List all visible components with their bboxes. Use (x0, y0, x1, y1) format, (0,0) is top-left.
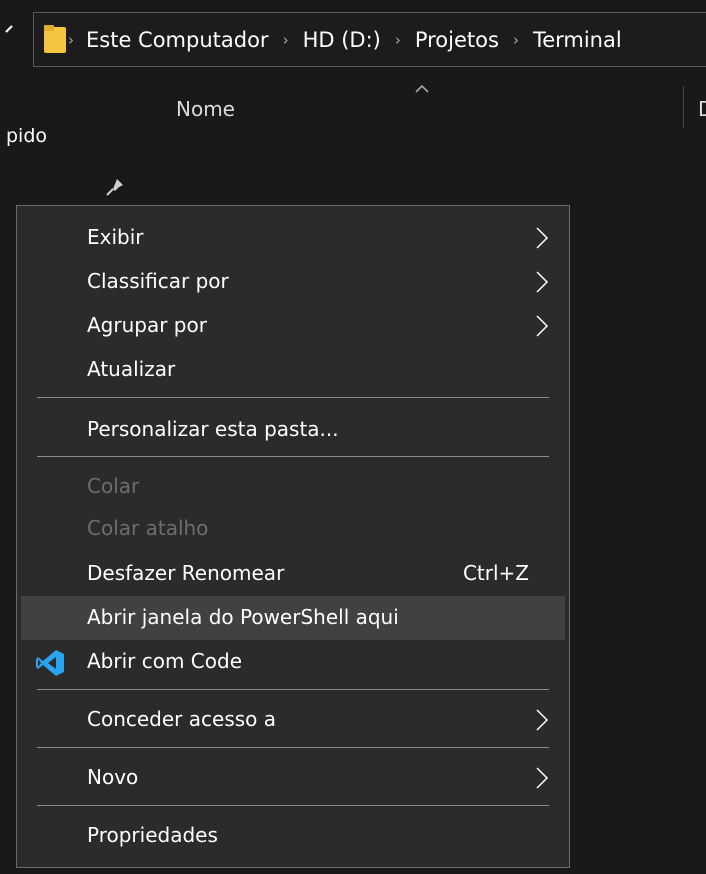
menu-item-label: Novo (87, 765, 139, 789)
chevron-right-icon[interactable]: › (283, 31, 289, 49)
menu-item-label: Desfazer Renomear (87, 561, 285, 585)
breadcrumb-item[interactable]: HD (D:) (303, 28, 381, 52)
menu-item-colar: Colar (21, 465, 565, 509)
menu-item-abrir-powershell[interactable]: Abrir janela do PowerShell aqui (21, 596, 565, 640)
menu-item-atualizar[interactable]: Atualizar (21, 348, 565, 392)
breadcrumb-item[interactable]: Terminal (533, 28, 622, 52)
address-bar[interactable]: › Este Computador › HD (D:) › Projetos ›… (33, 12, 706, 67)
menu-item-label: Classificar por (87, 269, 229, 293)
menu-separator (37, 397, 549, 398)
menu-item-label: Agrupar por (87, 313, 207, 337)
quick-access-label[interactable]: pido (6, 125, 47, 147)
menu-item-agrupar-por[interactable]: Agrupar por (21, 304, 565, 348)
chevron-right-icon (535, 314, 549, 338)
menu-item-classificar-por[interactable]: Classificar por (21, 260, 565, 304)
column-header-name[interactable]: Nome (176, 97, 235, 121)
chevron-right-icon (535, 766, 549, 790)
pin-icon (104, 176, 126, 198)
chevron-right-icon[interactable]: › (513, 31, 519, 49)
menu-separator (37, 456, 549, 457)
menu-item-desfazer-renomear[interactable]: Desfazer Renomear Ctrl+Z (21, 552, 565, 596)
menu-item-conceder-acesso[interactable]: Conceder acesso a (21, 698, 565, 742)
context-menu: Exibir Classificar por Agrupar por Atual… (16, 205, 570, 868)
menu-item-personalizar[interactable]: Personalizar esta pasta... (21, 408, 565, 452)
menu-item-exibir[interactable]: Exibir (21, 216, 565, 260)
shortcut-label: Ctrl+Z (462, 561, 529, 585)
chevron-right-icon (535, 270, 549, 294)
menu-item-colar-atalho: Colar atalho (21, 507, 565, 551)
chevron-right-icon[interactable]: › (395, 31, 401, 49)
menu-item-propriedades[interactable]: Propriedades (21, 814, 565, 858)
menu-item-label: Colar atalho (87, 516, 209, 540)
menu-item-label: Atualizar (87, 357, 176, 381)
chevron-right-icon (535, 226, 549, 250)
up-arrow-icon[interactable] (4, 20, 18, 40)
menu-item-abrir-com-code[interactable]: Abrir com Code (21, 640, 565, 684)
menu-separator (37, 805, 549, 806)
folder-icon (44, 25, 66, 53)
breadcrumb: › Este Computador › HD (D:) › Projetos ›… (68, 13, 622, 66)
menu-separator (37, 689, 549, 690)
breadcrumb-item[interactable]: Projetos (415, 28, 499, 52)
menu-item-novo[interactable]: Novo (21, 756, 565, 800)
menu-item-label: Abrir janela do PowerShell aqui (87, 605, 399, 629)
menu-item-label: Propriedades (87, 823, 218, 847)
column-header-next[interactable]: D (698, 97, 706, 121)
sort-ascending-icon (414, 82, 430, 98)
chevron-right-icon: › (68, 30, 74, 49)
menu-item-label: Exibir (87, 225, 144, 249)
address-toolbar: › Este Computador › HD (D:) › Projetos ›… (0, 0, 706, 78)
chevron-right-icon (535, 708, 549, 732)
menu-item-label: Conceder acesso a (87, 707, 277, 731)
column-divider[interactable] (683, 86, 684, 128)
breadcrumb-item[interactable]: Este Computador (86, 28, 269, 52)
vscode-icon (35, 648, 65, 678)
menu-item-label: Personalizar esta pasta... (87, 417, 339, 441)
menu-separator (37, 747, 549, 748)
menu-item-label: Colar (87, 474, 140, 498)
menu-item-label: Abrir com Code (87, 649, 243, 673)
